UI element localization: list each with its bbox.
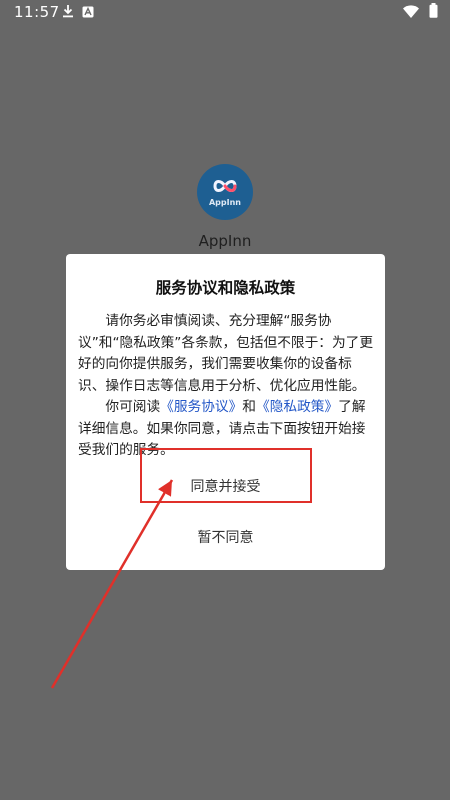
annotation-arrow (50, 479, 174, 689)
